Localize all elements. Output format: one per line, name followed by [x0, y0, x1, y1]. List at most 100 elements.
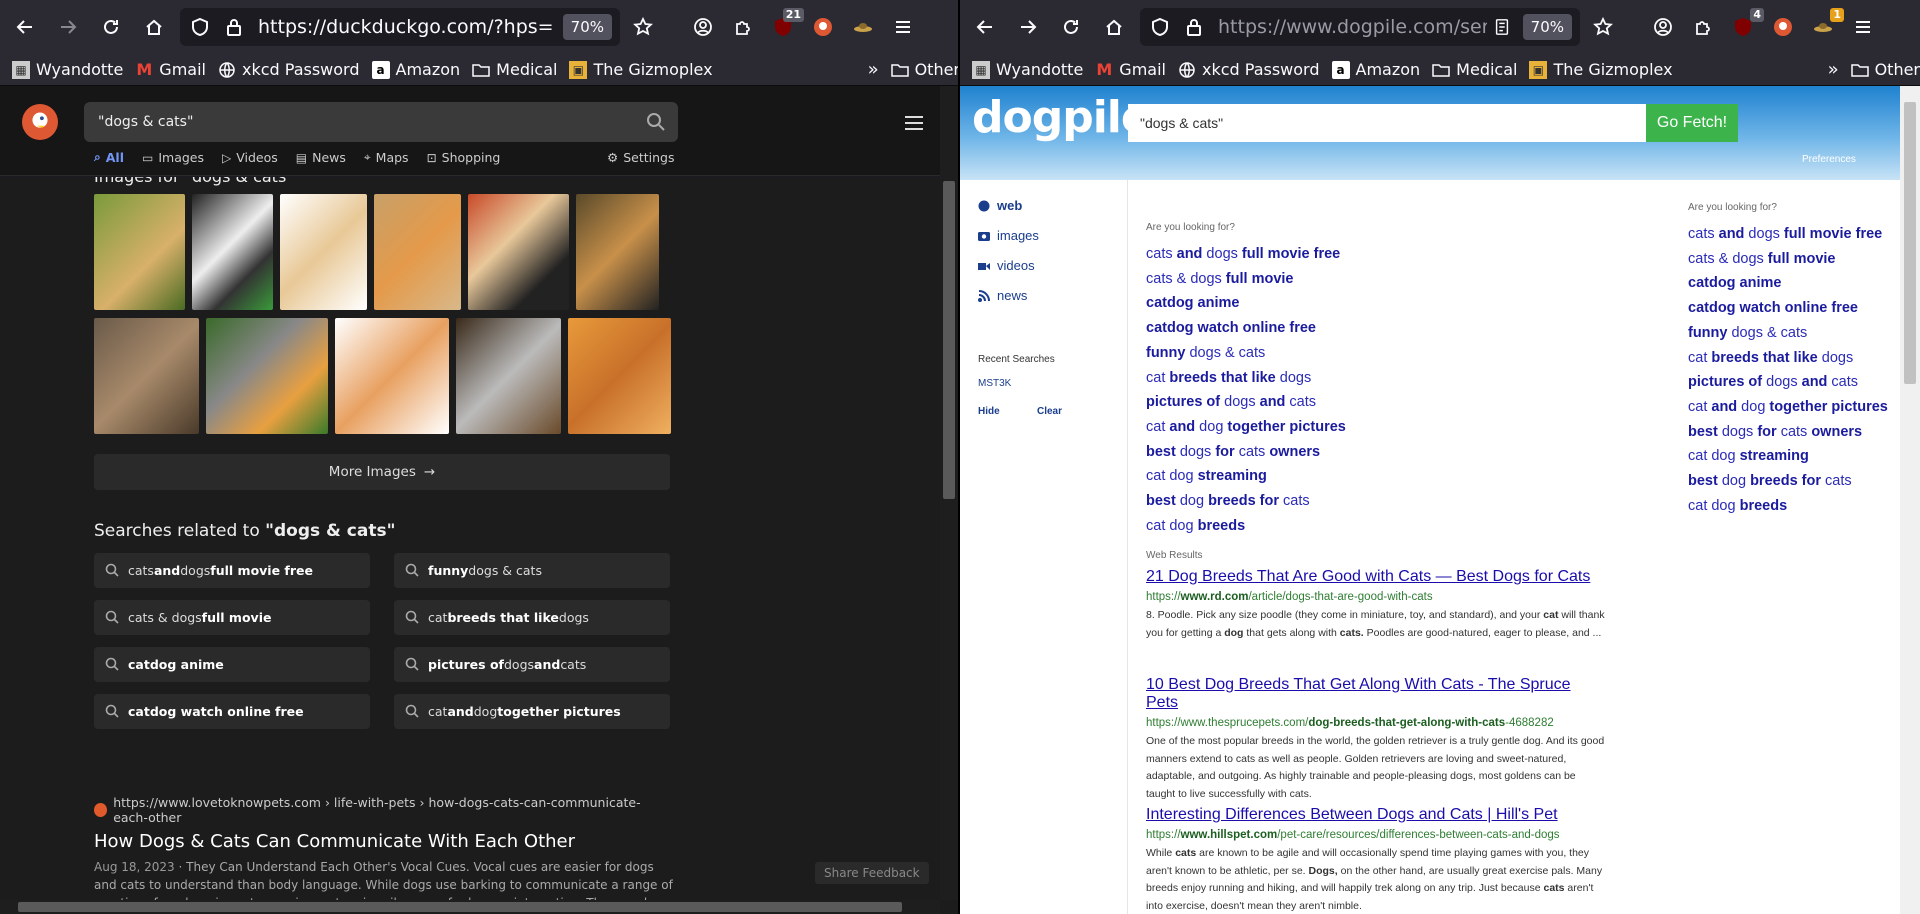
suggestion-link[interactable]: best dog breeds for cats — [1146, 493, 1310, 509]
tab-all[interactable]: ⌕ All — [94, 150, 124, 165]
reader-view-icon[interactable] — [1493, 16, 1515, 38]
go-fetch-button[interactable]: Go Fetch! — [1646, 104, 1738, 142]
extensions-button[interactable] — [1688, 12, 1718, 42]
suggestion-link[interactable]: cat dog breeds — [1146, 518, 1245, 534]
account-button[interactable] — [1648, 12, 1678, 42]
image-thumbnail[interactable] — [576, 194, 659, 310]
back-button[interactable] — [967, 9, 1003, 45]
dogpile-search-input[interactable]: "dogs & cats" — [1128, 104, 1646, 142]
other-bookmarks[interactable]: Other Bookmarks — [890, 60, 958, 79]
shield-icon[interactable] — [1150, 16, 1172, 38]
menu-button[interactable] — [1848, 12, 1878, 42]
images-heading[interactable]: Images for "dogs & cats" — [94, 177, 294, 186]
result-title[interactable]: 10 Best Dog Breeds That Get Along With C… — [1146, 676, 1606, 712]
saucer-extension-button[interactable] — [848, 12, 878, 42]
bookmark-amazon[interactable]: a Amazon — [371, 60, 460, 79]
image-thumbnail[interactable] — [568, 318, 671, 434]
image-thumbnail[interactable] — [456, 318, 561, 434]
suggestion-link[interactable]: cat dog streaming — [1688, 448, 1809, 464]
bookmark-medical[interactable]: Medical — [1432, 60, 1517, 79]
extensions-button[interactable] — [728, 12, 758, 42]
hide-recent-button[interactable]: Hide — [978, 406, 1000, 417]
suggestion-link[interactable]: cat dog breeds — [1688, 498, 1787, 514]
tab-videos[interactable]: ▷ Videos — [222, 150, 278, 165]
horizontal-scrollbar[interactable] — [0, 900, 940, 914]
suggestion-link[interactable]: cat breeds that like dogs — [1146, 370, 1311, 386]
nav-news[interactable]: news — [978, 288, 1027, 303]
result-title[interactable]: 21 Dog Breeds That Are Good with Cats — … — [1146, 568, 1606, 586]
suggestion-link[interactable]: cats and dogs full movie free — [1146, 246, 1340, 262]
url-text[interactable]: https://duckduckgo.com/?hps=1&c — [258, 16, 555, 38]
result-title[interactable]: Interesting Differences Between Dogs and… — [1146, 806, 1606, 824]
tab-maps[interactable]: ⌖ Maps — [364, 150, 409, 165]
suggestion-link[interactable]: cat and dog together pictures — [1688, 399, 1888, 415]
scrollbar-thumb[interactable] — [1904, 102, 1916, 384]
related-search-item[interactable]: funny dogs & cats — [394, 553, 670, 588]
bookmark-xkcd[interactable]: xkcd Password — [1178, 60, 1320, 79]
related-search-item[interactable]: cats and dogs full movie free — [94, 553, 370, 588]
bookmark-gizmoplex[interactable]: ▣ The Gizmoplex — [1529, 60, 1673, 79]
bookmark-star-button[interactable] — [1588, 12, 1618, 42]
tab-news[interactable]: ▤ News — [296, 150, 346, 165]
url-text[interactable]: https://www.dogpile.com/serp — [1218, 16, 1487, 38]
recent-search-item[interactable]: MST3K — [978, 378, 1011, 389]
image-thumbnail[interactable] — [192, 194, 273, 310]
bookmarks-overflow-button[interactable]: » — [868, 59, 879, 80]
image-thumbnail[interactable] — [468, 194, 569, 310]
search-icon[interactable] — [646, 112, 666, 132]
related-search-item[interactable]: catdog anime — [94, 647, 370, 682]
suggestion-link[interactable]: cats & dogs full movie — [1688, 251, 1835, 267]
forward-button[interactable] — [50, 9, 86, 45]
image-thumbnail[interactable] — [374, 194, 461, 310]
bookmarks-overflow-button[interactable]: » — [1828, 59, 1839, 80]
shield-icon[interactable] — [190, 16, 212, 38]
nav-web[interactable]: web — [978, 198, 1022, 213]
share-feedback-button[interactable]: Share Feedback — [815, 862, 929, 884]
more-images-button[interactable]: More Images → — [94, 454, 670, 490]
address-bar[interactable]: https://duckduckgo.com/?hps=1&c 70% — [180, 8, 620, 46]
nav-images[interactable]: images — [978, 228, 1039, 243]
result-title[interactable]: How Dogs & Cats Can Communicate With Eac… — [94, 831, 674, 852]
vertical-scrollbar[interactable] — [940, 86, 958, 900]
ddg-menu-icon[interactable] — [905, 116, 923, 130]
ddg-settings-button[interactable]: ⚙ Settings — [607, 150, 675, 165]
suggestion-link[interactable]: catdog anime — [1688, 275, 1781, 291]
suggestion-link[interactable]: best dogs for cats owners — [1146, 444, 1320, 460]
bookmark-gmail[interactable]: M Gmail — [135, 60, 206, 79]
back-button[interactable] — [7, 9, 43, 45]
lock-icon[interactable] — [224, 16, 246, 38]
duckduckgo-extension-button[interactable] — [1768, 12, 1798, 42]
suggestion-link[interactable]: cats and dogs full movie free — [1688, 226, 1882, 242]
suggestion-link[interactable]: pictures of dogs and cats — [1146, 394, 1316, 410]
result-url[interactable]: https://www.rd.com/article/dogs-that-are… — [1146, 591, 1606, 603]
bookmark-medical[interactable]: Medical — [472, 60, 557, 79]
ublock-button[interactable]: 21 — [768, 8, 804, 42]
image-thumbnail[interactable] — [94, 318, 199, 434]
ddg-search-input[interactable]: "dogs & cats" — [84, 102, 678, 142]
lock-icon[interactable] — [1184, 16, 1206, 38]
bookmark-xkcd[interactable]: xkcd Password — [218, 60, 360, 79]
result-url[interactable]: https://www.thesprucepets.com/dog-breeds… — [1146, 717, 1606, 729]
suggestion-link[interactable]: funny dogs & cats — [1146, 345, 1265, 361]
other-bookmarks[interactable]: Other Bookmarks — [1850, 60, 1920, 79]
home-button[interactable] — [1096, 9, 1132, 45]
related-search-item[interactable]: cats & dogs full movie — [94, 600, 370, 635]
account-button[interactable] — [688, 12, 718, 42]
suggestion-link[interactable]: catdog anime — [1146, 295, 1239, 311]
suggestion-link[interactable]: cat breeds that like dogs — [1688, 350, 1853, 366]
duckduckgo-logo[interactable] — [22, 104, 58, 140]
result-url[interactable]: https://www.lovetoknowpets.com › life-wi… — [94, 795, 674, 825]
bookmark-star-button[interactable] — [628, 12, 658, 42]
forward-button[interactable] — [1010, 9, 1046, 45]
zoom-level[interactable]: 70% — [562, 14, 612, 40]
image-thumbnail[interactable] — [335, 318, 449, 434]
reload-button[interactable] — [93, 9, 129, 45]
suggestion-link[interactable]: cat and dog together pictures — [1146, 419, 1346, 435]
bookmark-wyandotte[interactable]: ▦ Wyandotte — [12, 60, 123, 79]
suggestion-link[interactable]: catdog watch online free — [1146, 320, 1316, 336]
suggestion-link[interactable]: best dog breeds for cats — [1688, 473, 1852, 489]
related-search-item[interactable]: cat and dog together pictures — [394, 694, 670, 729]
menu-button[interactable] — [888, 12, 918, 42]
duckduckgo-extension-button[interactable] — [808, 12, 838, 42]
related-search-item[interactable]: cat breeds that like dogs — [394, 600, 670, 635]
